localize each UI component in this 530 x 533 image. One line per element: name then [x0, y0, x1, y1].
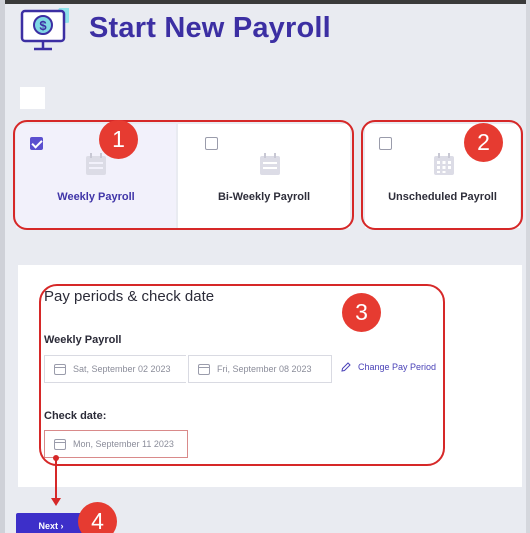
payroll-monitor-dollar-icon: $ — [20, 8, 69, 51]
annotation-badge-1: 1 — [99, 120, 138, 159]
window-right-border — [526, 0, 530, 533]
page-title: Start New Payroll — [89, 12, 331, 44]
annotation-badge-4: 4 — [78, 502, 117, 533]
window-top-border — [0, 0, 530, 4]
annotation-arrow-line — [55, 458, 57, 502]
annotation-badge-3: 3 — [342, 293, 381, 332]
blank-placeholder — [20, 87, 45, 109]
annotation-outline-3 — [39, 284, 445, 466]
annotation-outline-1 — [13, 120, 354, 230]
window-left-border — [0, 0, 5, 533]
next-button[interactable]: Next › — [16, 513, 86, 533]
annotation-arrow-head — [51, 498, 61, 506]
svg-text:$: $ — [39, 18, 47, 33]
annotation-badge-2: 2 — [464, 123, 503, 162]
